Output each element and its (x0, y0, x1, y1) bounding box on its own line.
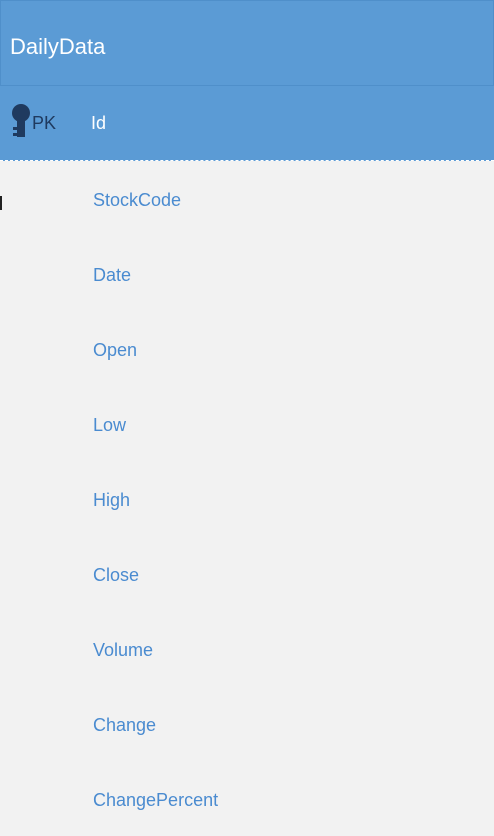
field-label: Close (93, 565, 140, 585)
field-label: Date (93, 265, 132, 285)
relationship-connector (0, 196, 2, 210)
pk-badge: PK (32, 113, 57, 133)
field-row-low[interactable]: Low (0, 386, 494, 461)
field-label: High (93, 490, 131, 510)
field-label: Open (93, 340, 138, 360)
entity-header[interactable]: DailyData (0, 0, 494, 86)
field-row-open[interactable]: Open (0, 311, 494, 386)
field-row-change[interactable]: Change (0, 686, 494, 761)
field-label: StockCode (93, 190, 182, 210)
entity-dailydata[interactable]: DailyData PK Id StockCode Date Open Low … (0, 0, 494, 836)
key-icon (12, 104, 30, 137)
field-label: Volume (93, 640, 154, 660)
field-row-close[interactable]: Close (0, 536, 494, 611)
field-row-volume[interactable]: Volume (0, 611, 494, 686)
field-label: ChangePercent (93, 790, 219, 810)
field-row-high[interactable]: High (0, 461, 494, 536)
primary-key-row[interactable]: PK Id (0, 86, 494, 161)
field-label: Change (93, 715, 157, 735)
field-label: Low (93, 415, 127, 435)
field-row-changepercent[interactable]: ChangePercent (0, 761, 494, 836)
field-id[interactable]: Id (91, 111, 106, 135)
field-list: StockCode Date Open Low High Close Volum… (0, 161, 494, 836)
entity-title: DailyData (10, 34, 106, 59)
field-row-date[interactable]: Date (0, 236, 494, 311)
field-row-stockcode[interactable]: StockCode (0, 161, 494, 236)
